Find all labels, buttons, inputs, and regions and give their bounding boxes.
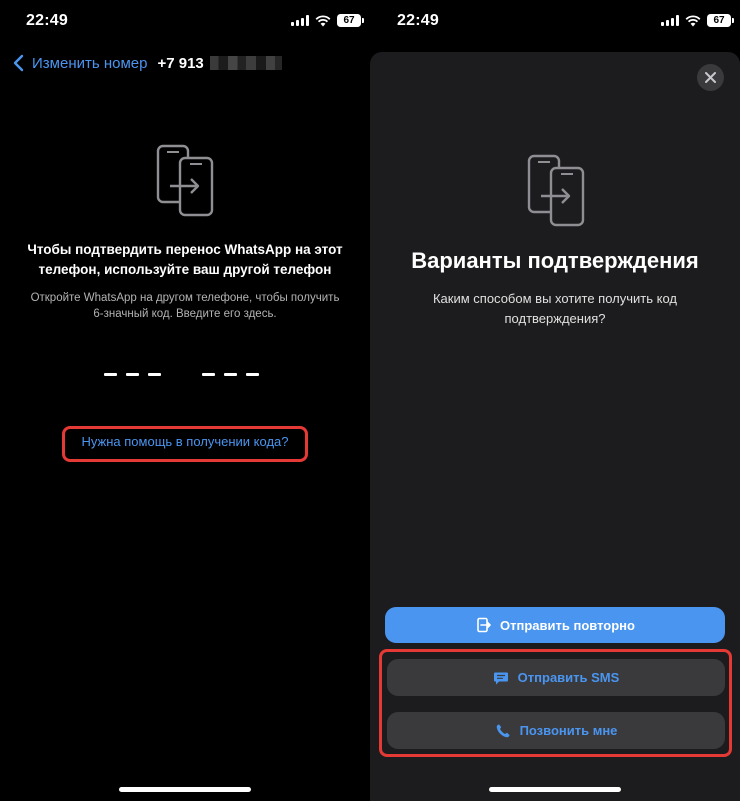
page-title: Чтобы подтвердить перенос WhatsApp на эт… (27, 242, 343, 277)
call-me-button[interactable]: Позвонить мне (387, 712, 725, 749)
status-icons: 67 (661, 14, 734, 27)
message-icon (493, 672, 508, 684)
back-button[interactable]: Изменить номер (32, 55, 147, 72)
phone-transfer-icon (156, 144, 214, 217)
resend-icon (477, 617, 491, 633)
close-icon (705, 72, 716, 83)
signal-icon (661, 15, 679, 26)
home-indicator (489, 787, 621, 792)
battery-icon: 67 (337, 14, 364, 27)
home-indicator (119, 787, 251, 792)
resend-label: Отправить повторно (500, 617, 635, 633)
right-screen: 22:49 67 Варианты подтверждения Каким сп… (370, 0, 740, 801)
sheet-subtitle: Каким способом вы хотите получить код по… (432, 291, 677, 326)
battery-icon: 67 (707, 14, 734, 27)
code-input[interactable] (0, 373, 370, 377)
status-icons: 67 (291, 14, 364, 27)
phone-icon (496, 724, 510, 737)
status-bar: 22:49 67 (370, 0, 740, 44)
status-bar: 22:49 67 (0, 0, 370, 44)
page-subtitle: Откройте WhatsApp на другом телефоне, чт… (30, 292, 340, 320)
chevron-left-icon[interactable] (10, 53, 28, 73)
nav-bar: Изменить номер +7 913 (10, 52, 282, 74)
close-button[interactable] (697, 64, 724, 91)
phone-number: +7 913 (157, 54, 204, 72)
wifi-icon (315, 14, 331, 26)
sheet-title: Варианты подтверждения (411, 248, 699, 273)
send-sms-label: Отправить SMS (517, 670, 620, 685)
help-link[interactable]: Нужна помощь в получении кода? (62, 434, 308, 449)
phone-transfer-icon (527, 154, 585, 227)
send-sms-button[interactable]: Отправить SMS (387, 659, 725, 696)
wifi-icon (685, 14, 701, 26)
left-screen: 22:49 67 Изменить номер +7 913 Чтобы под (0, 0, 370, 801)
status-time: 22:49 (26, 12, 68, 29)
signal-icon (291, 15, 309, 26)
call-me-label: Позвонить мне (519, 723, 618, 738)
status-time: 22:49 (397, 12, 439, 29)
redacted-number (209, 56, 282, 70)
resend-button[interactable]: Отправить повторно (385, 607, 725, 643)
